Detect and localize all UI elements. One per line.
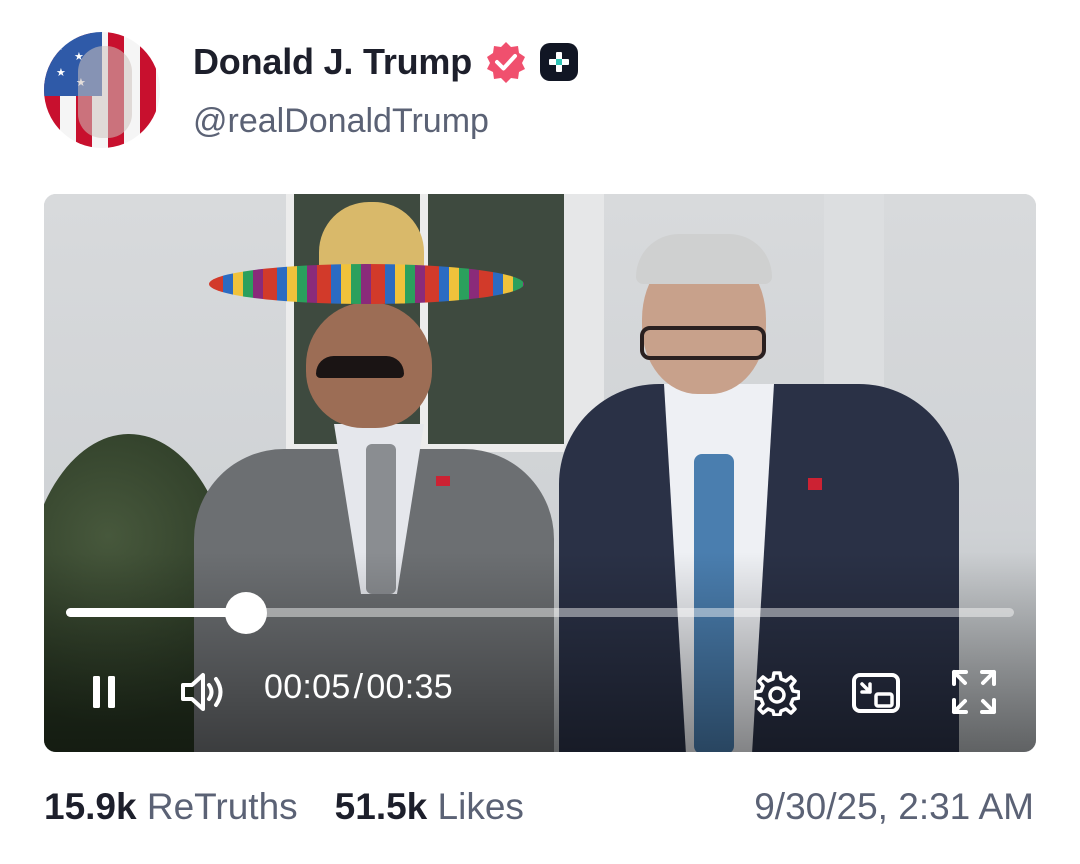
time-separator: /: [353, 668, 364, 706]
progress-fill: [66, 608, 247, 617]
pause-icon[interactable]: [82, 668, 126, 716]
fullscreen-icon[interactable]: [948, 666, 1000, 718]
retruths-count: 15.9k: [44, 786, 137, 827]
post-timestamp[interactable]: 9/30/25, 2:31 AM: [754, 786, 1034, 828]
current-time: 00:05: [264, 668, 351, 706]
star-icon: ★: [56, 67, 66, 79]
duration: 00:35: [366, 668, 453, 706]
verified-badge-icon: [484, 40, 528, 84]
volume-icon[interactable]: [176, 668, 232, 716]
time-display: 00:05/00:35: [264, 668, 453, 707]
likes-stat[interactable]: 51.5k Likes: [335, 786, 524, 828]
avatar[interactable]: ★ ★ ★ ★: [44, 32, 160, 148]
author-name[interactable]: Donald J. Trump: [193, 41, 472, 83]
picture-in-picture-icon[interactable]: [850, 668, 902, 718]
post-stats: 15.9k ReTruths 51.5k Likes: [44, 786, 524, 828]
settings-icon[interactable]: [752, 668, 802, 718]
author-handle[interactable]: @realDonaldTrump: [193, 102, 489, 141]
likes-label: Likes: [437, 786, 524, 827]
mustache-overlay: [316, 356, 404, 378]
avatar-face: [78, 46, 132, 138]
star-icon: ★: [54, 41, 64, 53]
author-row: Donald J. Trump: [193, 40, 579, 84]
plus-badge-icon: [540, 43, 579, 81]
progress-handle[interactable]: [225, 592, 268, 634]
retruths-stat[interactable]: 15.9k ReTruths: [44, 786, 298, 828]
video-player[interactable]: 00:05/00:35: [44, 194, 1036, 752]
retruths-label: ReTruths: [146, 786, 298, 827]
likes-count: 51.5k: [334, 786, 428, 827]
progress-bar[interactable]: [66, 592, 1014, 634]
